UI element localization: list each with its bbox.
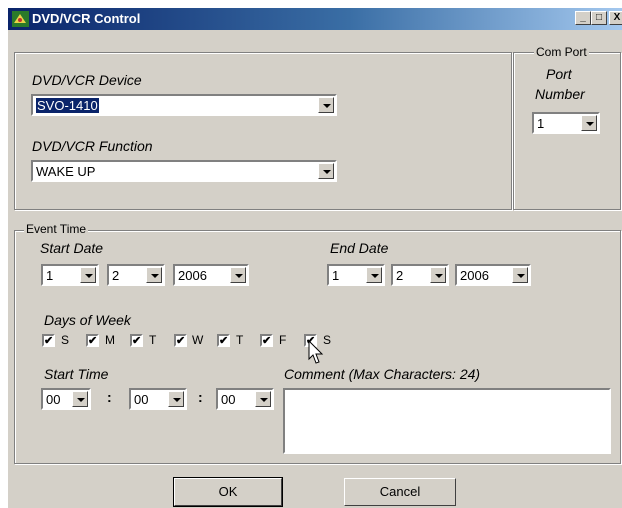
days-of-week-label: Days of Week xyxy=(44,312,131,328)
function-value: WAKE UP xyxy=(36,164,96,179)
chevron-down-icon[interactable] xyxy=(255,391,271,407)
start-month-select[interactable]: 1 xyxy=(41,264,99,286)
start-year-select[interactable]: 2006 xyxy=(173,264,249,286)
day-label: S xyxy=(61,333,70,347)
cancel-button[interactable]: Cancel xyxy=(344,478,456,506)
end-year-value: 2006 xyxy=(460,268,489,283)
port-number-select[interactable]: 1 xyxy=(532,112,600,134)
end-date-label: End Date xyxy=(330,240,389,256)
com-port-group-label: Com Port xyxy=(534,45,589,59)
end-month-select[interactable]: 1 xyxy=(327,264,385,286)
end-day-value: 2 xyxy=(396,268,404,283)
chevron-down-icon[interactable] xyxy=(366,267,382,283)
start-second-select[interactable]: 00 xyxy=(216,388,274,410)
comment-input[interactable] xyxy=(283,388,611,454)
function-label: DVD/VCR Function xyxy=(32,138,153,154)
day-checkbox-tuesday[interactable]: ✔ xyxy=(130,334,143,347)
port-number-value: 1 xyxy=(537,116,545,131)
day-checkbox-friday[interactable]: ✔ xyxy=(260,334,273,347)
start-day-value: 2 xyxy=(112,268,120,283)
end-month-value: 1 xyxy=(332,268,340,283)
dvd-vcr-control-window: DVD/VCR Control _ □ X DVD/VCR Device SVO… xyxy=(8,8,622,508)
port-label-line1: Port xyxy=(546,66,572,82)
chevron-down-icon[interactable] xyxy=(230,267,246,283)
day-checkbox-wednesday[interactable]: ✔ xyxy=(174,334,187,347)
device-select[interactable]: SVO-1410 xyxy=(31,94,337,116)
chevron-down-icon[interactable] xyxy=(146,267,162,283)
window-title: DVD/VCR Control xyxy=(32,11,141,26)
day-checkbox-sunday[interactable]: ✔ xyxy=(42,334,55,347)
start-date-label: Start Date xyxy=(40,240,104,256)
start-day-select[interactable]: 2 xyxy=(107,264,165,286)
device-label: DVD/VCR Device xyxy=(32,72,142,88)
time-separator: : xyxy=(198,389,203,405)
day-label: T xyxy=(236,333,244,347)
comment-label: Comment (Max Characters: 24) xyxy=(284,366,481,382)
chevron-down-icon[interactable] xyxy=(318,97,334,113)
device-value: SVO-1410 xyxy=(36,98,99,113)
chevron-down-icon[interactable] xyxy=(168,391,184,407)
start-time-label: Start Time xyxy=(44,366,109,382)
start-hour-value: 00 xyxy=(46,392,61,407)
start-year-value: 2006 xyxy=(178,268,207,283)
ok-button[interactable]: OK xyxy=(173,477,283,507)
chevron-down-icon[interactable] xyxy=(512,267,528,283)
port-label-line2: Number xyxy=(535,86,585,102)
close-button[interactable]: X xyxy=(609,11,622,25)
start-hour-select[interactable]: 00 xyxy=(41,388,91,410)
end-day-select[interactable]: 2 xyxy=(391,264,449,286)
start-minute-value: 00 xyxy=(134,392,149,407)
chevron-down-icon[interactable] xyxy=(318,163,334,179)
chevron-down-icon[interactable] xyxy=(581,115,597,131)
start-minute-select[interactable]: 00 xyxy=(129,388,187,410)
start-month-value: 1 xyxy=(46,268,54,283)
chevron-down-icon[interactable] xyxy=(72,391,88,407)
mouse-cursor-icon xyxy=(308,340,324,364)
minimize-button[interactable]: _ xyxy=(575,11,591,25)
end-year-select[interactable]: 2006 xyxy=(455,264,531,286)
day-label: W xyxy=(192,333,204,347)
function-select[interactable]: WAKE UP xyxy=(31,160,337,182)
maximize-button[interactable]: □ xyxy=(591,11,607,25)
chevron-down-icon[interactable] xyxy=(430,267,446,283)
start-second-value: 00 xyxy=(221,392,236,407)
day-checkbox-thursday[interactable]: ✔ xyxy=(217,334,230,347)
title-bar[interactable]: DVD/VCR Control _ □ X xyxy=(8,8,622,30)
app-icon xyxy=(12,11,29,27)
day-label: M xyxy=(105,333,115,347)
day-label: F xyxy=(279,333,287,347)
event-time-group-label: Event Time xyxy=(24,222,89,236)
day-label: T xyxy=(149,333,157,347)
chevron-down-icon[interactable] xyxy=(80,267,96,283)
day-checkbox-monday[interactable]: ✔ xyxy=(86,334,99,347)
time-separator: : xyxy=(107,389,112,405)
